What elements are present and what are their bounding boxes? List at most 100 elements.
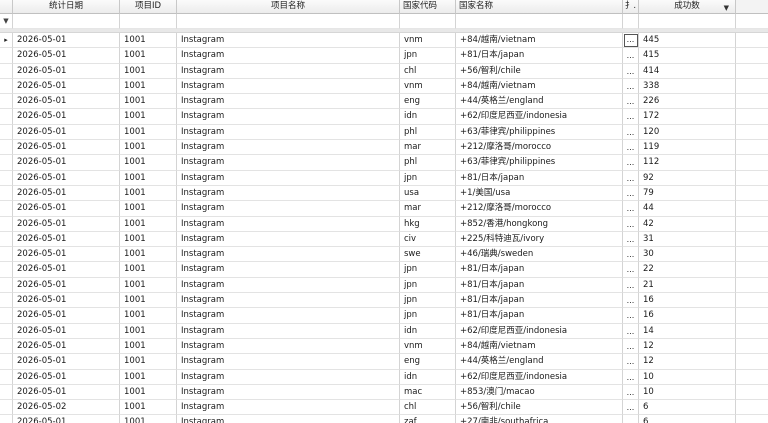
table-row[interactable]: 2026-05-01 1001 Instagram chl +56/智利/chile..… [0,63,768,79]
cell-date[interactable]: 2026-05-01 [13,384,120,401]
cell-country-name[interactable]: +212/摩洛哥/morocco [456,201,623,217]
cell-ellipsis-button[interactable]: ... [623,170,639,186]
cell-success-count[interactable]: 16 [639,308,736,324]
table-row[interactable]: 2026-05-01 1001 Instagram zaf +27/南非/southaf… [0,415,768,423]
cell-project-name[interactable]: Instagram [177,170,400,186]
cell-date[interactable]: 2026-05-01 [13,63,120,79]
column-header-date[interactable]: 统计日期 [13,0,120,14]
cell-project-id[interactable]: 1001 [120,94,177,110]
cell-project-name[interactable]: Instagram [177,216,400,232]
cell-success-count[interactable]: 79 [639,185,736,202]
cell-date[interactable]: 2026-05-01 [13,201,120,217]
cell-country-name[interactable]: +44/英格兰/england [456,94,623,110]
column-header-project-name[interactable]: 项目名称 [177,0,400,14]
cell-date[interactable]: 2026-05-01 [13,94,120,110]
cell-project-id[interactable]: 1001 [120,400,177,416]
filter-cell-project-name[interactable] [177,14,400,29]
cell-country-name[interactable]: +852/香港/hongkong [456,216,623,232]
cell-country-name[interactable]: +62/印度尼西亚/indonesia [456,109,623,125]
cell-country-code[interactable]: zaf [400,415,456,423]
cell-project-id[interactable]: 1001 [120,369,177,385]
table-row[interactable]: 2026-05-01 1001 Instagram jpn +81/日本/japan..… [0,277,768,294]
cell-country-name[interactable]: +225/科特迪瓦/ivory [456,231,623,248]
cell-success-count[interactable]: 12 [639,338,736,355]
cell-date[interactable]: 2026-05-01 [13,170,120,186]
cell-ellipsis-button[interactable]: ... [623,201,639,217]
cell-country-code[interactable]: idn [400,369,456,385]
cell-country-code[interactable]: idn [400,109,456,125]
cell-country-name[interactable]: +46/瑞典/sweden [456,247,623,263]
row-indicator[interactable] [0,48,13,64]
table-row[interactable]: 2026-05-01 1001 Instagram jpn +81/日本/japan..… [0,293,768,309]
cell-ellipsis-button[interactable]: ... [623,308,639,324]
cell-country-code[interactable]: mac [400,384,456,401]
cell-country-code[interactable]: mar [400,140,456,156]
cell-date[interactable]: 2026-05-01 [13,140,120,156]
cell-date[interactable]: 2026-05-01 [13,293,120,309]
cell-project-name[interactable]: Instagram [177,109,400,125]
cell-ellipsis-button[interactable]: ... [623,109,639,125]
table-row[interactable]: 2026-05-01 1001 Instagram usa +1/美国/usa... 79 [0,185,768,202]
table-row[interactable]: 2026-05-01 1001 Instagram vnm +84/越南/vietnam… [0,338,768,355]
cell-date[interactable]: 2026-05-01 [13,124,120,141]
cell-success-count[interactable]: 16 [639,293,736,309]
cell-success-count[interactable]: 30 [639,247,736,263]
cell-project-name[interactable]: Instagram [177,415,400,423]
cell-project-name[interactable]: Instagram [177,262,400,278]
table-row[interactable]: 2026-05-01 1001 Instagram idn +62/印度尼西亚/indo… [0,323,768,339]
row-indicator[interactable] [0,155,13,171]
cell-project-id[interactable]: 1001 [120,262,177,278]
cell-success-count[interactable]: 12 [639,354,736,370]
cell-project-name[interactable]: Instagram [177,369,400,385]
row-indicator[interactable] [0,63,13,79]
cell-project-id[interactable]: 1001 [120,308,177,324]
cell-success-count[interactable]: 21 [639,277,736,294]
cell-project-id[interactable]: 1001 [120,185,177,202]
cell-country-code[interactable]: chl [400,400,456,416]
cell-project-name[interactable]: Instagram [177,293,400,309]
cell-ellipsis-button[interactable]: ... [623,216,639,232]
row-indicator[interactable] [0,170,13,186]
column-header-truncated[interactable]: 扌. [623,0,639,14]
column-header-country-name[interactable]: 国家名称 [456,0,623,14]
cell-project-id[interactable]: 1001 [120,231,177,248]
table-row[interactable]: 2026-05-01 1001 Instagram idn +62/印度尼西亚/indo… [0,369,768,385]
column-header-success-count[interactable]: 成功数 ▼ [639,0,736,14]
row-indicator[interactable] [0,216,13,232]
header-indicator-corner[interactable] [0,0,13,14]
filter-cell-project-id[interactable] [120,14,177,29]
cell-country-name[interactable]: +62/印度尼西亚/indonesia [456,323,623,339]
cell-success-count[interactable]: 445 [639,33,736,49]
cell-project-name[interactable]: Instagram [177,155,400,171]
filter-cell-truncated[interactable] [623,14,639,29]
cell-country-name[interactable]: +81/日本/japan [456,48,623,64]
cell-success-count[interactable]: 10 [639,369,736,385]
cell-success-count[interactable]: 226 [639,94,736,110]
cell-success-count[interactable]: 10 [639,384,736,401]
cell-date[interactable]: 2026-05-01 [13,78,120,95]
table-row[interactable]: 2026-05-01 1001 Instagram civ +225/科特迪瓦/ivor… [0,231,768,248]
cell-country-code[interactable]: civ [400,231,456,248]
cell-country-name[interactable]: +27/南非/southafrica [456,415,623,423]
cell-country-code[interactable]: jpn [400,262,456,278]
cell-ellipsis-button[interactable]: ... [623,247,639,263]
data-grid[interactable]: 统计日期 项目ID 项目名称 国家代码 国家名称 扌. 成功数 ▼ ▼ ▸ 202… [0,0,768,423]
cell-project-id[interactable]: 1001 [120,323,177,339]
cell-country-code[interactable]: vnm [400,33,456,49]
row-indicator[interactable] [0,354,13,370]
cell-country-code[interactable]: vnm [400,338,456,355]
cell-ellipsis-button[interactable]: ... [623,384,639,401]
cell-success-count[interactable]: 112 [639,155,736,171]
cell-ellipsis-button[interactable]: ... [623,78,639,95]
cell-country-name[interactable]: +212/摩洛哥/morocco [456,140,623,156]
cell-country-code[interactable]: hkg [400,216,456,232]
cell-project-id[interactable]: 1001 [120,170,177,186]
cell-project-name[interactable]: Instagram [177,63,400,79]
cell-country-code[interactable]: jpn [400,277,456,294]
column-header-country-code[interactable]: 国家代码 [400,0,456,14]
cell-ellipsis-button[interactable]: ... [623,415,639,423]
table-row[interactable]: 2026-05-01 1001 Instagram phl +63/菲律宾/philip… [0,155,768,171]
cell-project-id[interactable]: 1001 [120,293,177,309]
cell-ellipsis-button[interactable]: ... [623,369,639,385]
cell-ellipsis-button[interactable]: ... [623,94,639,110]
